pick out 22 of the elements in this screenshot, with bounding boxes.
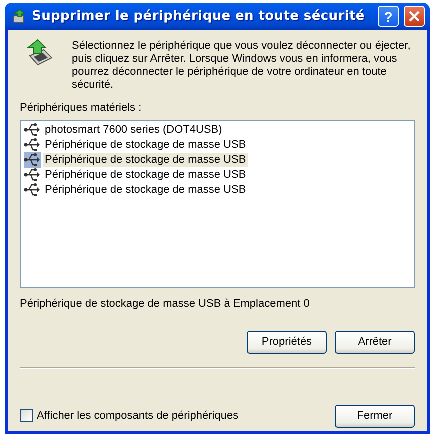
usb-icon — [24, 122, 41, 138]
device-location-text: Périphérique de stockage de masse USB à Emplacement 0 — [20, 296, 311, 312]
show-components-checkbox[interactable]: Afficher les composants de périphériques — [20, 408, 239, 424]
usb-icon — [24, 137, 41, 153]
action-button[interactable]: Arrêter — [335, 331, 415, 354]
eject-device-icon — [11, 8, 27, 24]
close-icon — [409, 11, 420, 22]
close-dialog-button[interactable]: Fermer — [335, 405, 415, 428]
devices-label: Périphériques matériels : — [20, 101, 143, 116]
device-item[interactable]: Périphérique de stockage de masse USB — [24, 168, 411, 182]
instructions-text: Sélectionnez le périphérique que vous voulez déconnecter ou éjecter, puis cliquez sur Arrêter. Lorsque Windows vous en informera, vous pourrez déconnecter le périphérique de votre ordinateur en toute sécurité. — [72, 40, 412, 92]
device-item[interactable]: Périphérique de stockage de masse USB — [24, 182, 411, 198]
device-item[interactable]: Périphérique de stockage de masse USB — [24, 152, 411, 168]
action-button[interactable]: Propriétés — [247, 331, 327, 354]
usb-icon — [24, 167, 41, 183]
window-title: Supprimer le périphérique en toute sécurité — [32, 8, 366, 26]
usb-icon — [24, 182, 41, 198]
usb-icon — [24, 152, 41, 168]
device-item[interactable]: Périphérique de stockage de masse USB — [24, 138, 411, 152]
close-button[interactable] — [404, 6, 425, 27]
device-item[interactable]: photosmart 7600 series (DOT4USB) — [24, 122, 411, 138]
help-button[interactable]: ? — [378, 6, 399, 27]
